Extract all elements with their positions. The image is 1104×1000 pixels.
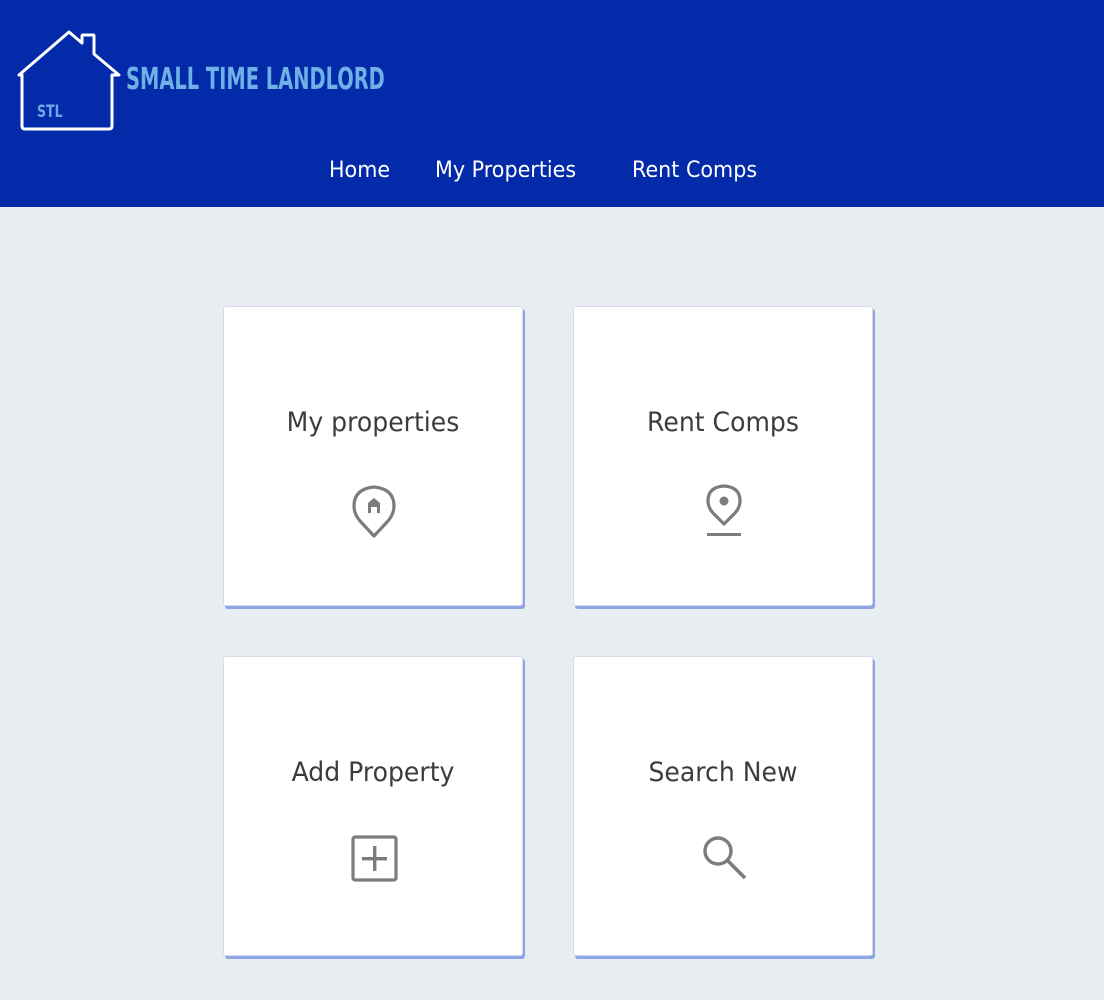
house-icon [17,30,121,131]
card-title: Rent Comps [647,407,799,438]
card-add-property[interactable]: Add Property [223,656,523,956]
main-nav: Home My Properties Rent Comps [0,158,1104,192]
card-rent-comps[interactable]: Rent Comps [573,306,873,606]
search-icon [703,836,747,880]
card-search-new[interactable]: Search New [573,656,873,956]
logo[interactable]: STL SMALL TIME LANDLORD [16,28,386,132]
card-title: Add Property [291,757,455,788]
home-pin-icon [352,485,396,538]
card-my-properties[interactable]: My properties [223,306,523,606]
card-title: My properties [286,407,460,438]
header: STL SMALL TIME LANDLORD Home My Properti… [0,0,1104,207]
logo-text: SMALL TIME LANDLORD [126,62,385,97]
add-box-icon [351,835,398,882]
nav-link-rent-comps[interactable]: Rent Comps [632,158,757,183]
logo-initials: STL [37,102,63,122]
card-title: Search New [648,757,798,788]
nav-link-my-properties[interactable]: My Properties [435,158,576,183]
nav-link-home[interactable]: Home [329,158,390,183]
location-pin-icon [706,484,742,536]
